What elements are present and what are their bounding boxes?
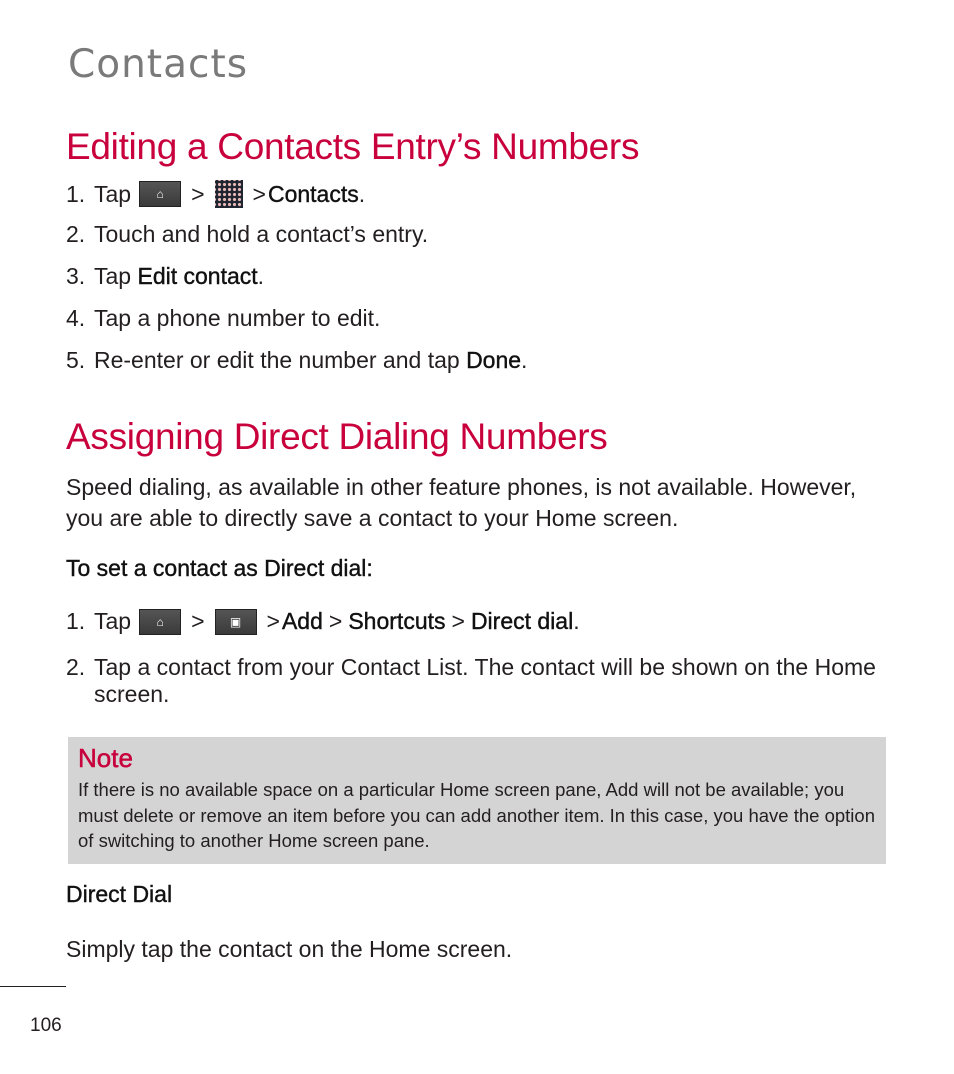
contacts-label: Contacts [267, 180, 359, 207]
note-title: Note [78, 743, 133, 774]
intro-paragraph: Speed dialing, as available in other fea… [66, 474, 857, 531]
period: . [573, 608, 580, 634]
direct-dial-label: Direct dial [470, 608, 574, 634]
direct-dial-text: Simply tap the contact on the Home scree… [66, 936, 513, 962]
page-number: 106 [30, 1015, 62, 1036]
done-label: Done [466, 347, 522, 373]
step-number: 2. [66, 221, 86, 247]
step-number: 2. [66, 654, 86, 680]
note-body: If there is no available space on a part… [78, 779, 875, 851]
heading-editing-numbers: Editing a Contacts Entry’s Numbers [66, 126, 640, 167]
step-number: 1. [66, 180, 86, 207]
edit-step-2: 2. Touch and hold a contact’s entry. [66, 221, 428, 248]
direct-dial-heading: Direct Dial [66, 881, 173, 907]
step-number: 4. [66, 305, 86, 331]
period: . [257, 263, 265, 289]
step-text: Tap [94, 180, 132, 207]
footer-rule [0, 986, 66, 987]
step-text: Tap a phone number to edit. [94, 305, 381, 331]
step-number: 3. [66, 263, 86, 289]
direct-step-2: 2. Tap a contact from your Contact List.… [66, 654, 906, 708]
separator: > [451, 608, 465, 634]
separator: > [328, 608, 343, 634]
edit-step-3: 3. Tap Edit contact. [66, 263, 264, 290]
step-text: Touch and hold a contact’s entry. [94, 221, 429, 247]
edit-contact-label: Edit contact [137, 263, 258, 289]
step-number: 1. [66, 608, 86, 634]
step-text: Tap [94, 608, 132, 634]
separator: > [266, 608, 280, 634]
edit-step-5: 5. Re-enter or edit the number and tap D… [66, 347, 527, 374]
shortcuts-label: Shortcuts [348, 608, 446, 634]
direct-step-1: 1. Tap ⌂ > ▣ > Add > Shortcuts > Direct … [66, 608, 580, 635]
section-title: Contacts [68, 42, 249, 87]
period: . [521, 347, 528, 373]
menu-key-icon: ▣ [214, 608, 257, 635]
edit-step-1: 1. Tap ⌂ > > Contacts. [66, 180, 365, 208]
separator: > [191, 608, 205, 634]
period: . [358, 180, 366, 207]
edit-step-4: 4. Tap a phone number to edit. [66, 305, 380, 332]
step-text: Re-enter or edit the number and tap [94, 347, 467, 373]
step-number: 5. [66, 347, 86, 373]
add-label: Add [281, 608, 323, 634]
note-box: Note If there is no available space on a… [68, 737, 886, 864]
home-key-icon: ⌂ [139, 608, 182, 635]
apps-grid-icon [214, 180, 243, 208]
separator: > [191, 180, 205, 207]
step-text: Tap [94, 263, 138, 289]
heading-direct-dialing: Assigning Direct Dialing Numbers [66, 416, 608, 457]
subheading-set-direct-dial: To set a contact as Direct dial: [66, 555, 373, 581]
separator: > [252, 180, 266, 207]
home-key-icon: ⌂ [139, 181, 182, 207]
step-text: Tap a contact from your Contact List. Th… [94, 654, 876, 707]
